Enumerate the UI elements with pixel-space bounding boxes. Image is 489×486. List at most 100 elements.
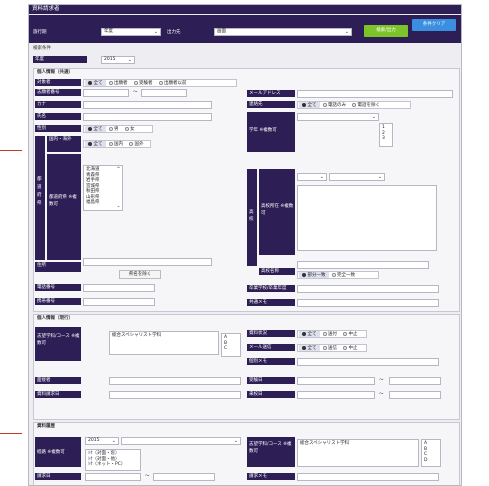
target-opt-before[interactable]: 出願者以前 — [156, 80, 190, 86]
visit-date-from[interactable] — [297, 391, 375, 399]
abcd-item[interactable]: D — [424, 458, 438, 464]
address-label: 住所 — [35, 262, 81, 272]
chevron-down-icon: ⌄ — [127, 57, 132, 63]
contact-opt-all[interactable]: 全て — [299, 102, 320, 108]
pref-item[interactable]: 福島県 — [86, 200, 120, 206]
doc-opt-stop[interactable]: 中止 — [340, 331, 361, 337]
school-name-opt-exact[interactable]: 完全一致 — [329, 272, 359, 278]
mail-opt-stop[interactable]: 中止 — [340, 345, 361, 351]
history-dept-listbox[interactable]: 総合スペシャリスト学科 — [297, 439, 419, 467]
examine-date-from[interactable] — [297, 377, 375, 385]
consult-input[interactable] — [109, 377, 241, 385]
target-opt-all[interactable]: 全て — [85, 80, 106, 86]
school-select-a[interactable]: ⌄ — [297, 173, 327, 181]
request-to-input[interactable] — [153, 473, 215, 481]
examine-date-to[interactable] — [389, 377, 441, 385]
common-memo-label: 共通メモ — [247, 299, 295, 306]
history-dept-item[interactable]: 総合スペシャリスト学科 — [300, 441, 416, 447]
apply-no-to-input[interactable] — [141, 89, 187, 97]
route-listbox[interactable]: ｼｸ（対面・窓） ｼｸ（対面・他） ｼｸ（ネット・PC） — [85, 449, 141, 471]
search-button[interactable]: 検索/出力 — [364, 25, 408, 37]
dept-listbox[interactable]: 総合スペシャリスト学科 — [109, 331, 219, 355]
mobile-input[interactable] — [83, 298, 155, 306]
output-select[interactable]: 画面 ⌄ — [214, 28, 352, 36]
domestic-label: 国内・海外 — [47, 136, 81, 152]
mail-opt-all-label: 全て — [307, 346, 317, 351]
pref-scrollbar[interactable]: ^ ⌄ — [116, 167, 121, 209]
phone-label: 電話番号 — [35, 284, 81, 291]
history-route-select[interactable]: ⌄ — [121, 437, 241, 445]
mail-opt-all[interactable]: 全て — [299, 345, 320, 351]
pref-group-label: 都道府県 — [35, 136, 45, 260]
name-input[interactable] — [83, 113, 212, 121]
clear-button[interactable]: 条件クリア — [412, 19, 456, 31]
domestic-opt-out-label: 国外 — [134, 142, 144, 147]
school-name-opt-partial[interactable]: 部分一致 — [299, 272, 329, 278]
domestic-opt-all[interactable]: 全て — [85, 141, 106, 147]
history-year-select[interactable]: 2015 ⌄ — [85, 437, 119, 445]
visit-date-to[interactable] — [389, 391, 441, 399]
contact-opt-nophone[interactable]: 電話を除く — [349, 102, 383, 108]
doc-radio-group[interactable]: 全て 送付 中止 — [297, 330, 367, 338]
domestic-opt-in[interactable]: 国内 — [106, 141, 127, 147]
radio-icon — [108, 127, 113, 131]
chevron-down-icon: ⌄ — [344, 29, 349, 35]
history-memo-input[interactable] — [297, 473, 439, 481]
request-date-input[interactable] — [109, 391, 241, 399]
common-memo-input[interactable] — [297, 299, 439, 307]
chevron-up-icon: ^ — [116, 167, 121, 172]
grade-select-top[interactable]: ⌄ — [297, 113, 379, 121]
mail-opt-send[interactable]: 送信 — [320, 345, 341, 351]
target-radio-group[interactable]: 全て 出願者 受験者 出願者以前 — [83, 79, 237, 87]
prefix-exclude-button[interactable]: 県名を除く — [119, 270, 161, 279]
phone-input[interactable] — [83, 284, 155, 292]
school-select-b[interactable]: ⌄ — [329, 173, 385, 181]
consult-label: 面接者 — [35, 377, 81, 384]
email-input[interactable] — [297, 90, 453, 98]
history-abcd-listbox[interactable]: A B C D — [421, 439, 441, 467]
period-select[interactable]: 年度 ⌄ — [101, 28, 161, 36]
highschool-input[interactable] — [297, 285, 439, 293]
contact-radio-group[interactable]: 全て 電話のみ 電話を除く — [297, 101, 411, 109]
dept-abc-listbox[interactable]: A B C — [221, 333, 241, 357]
personal-memo-input[interactable] — [297, 358, 439, 366]
search-label-period: 旅行期 — [33, 30, 47, 35]
address-input[interactable] — [83, 258, 212, 266]
chevron-down-icon: ⌄ — [111, 438, 116, 444]
school-listbox[interactable] — [297, 185, 437, 251]
domestic-opt-out[interactable]: 国外 — [126, 141, 147, 147]
target-opt-before-label: 出願者以前 — [164, 81, 187, 86]
school-name-input[interactable] — [297, 261, 429, 269]
gender-opt-female[interactable]: 女 — [122, 126, 138, 132]
apply-no-from-input[interactable] — [83, 89, 129, 97]
radio-icon — [88, 142, 92, 146]
request-from-input[interactable] — [85, 473, 141, 481]
year-select-value: 2015 — [104, 57, 116, 62]
gender-opt-all[interactable]: 全て — [85, 126, 106, 132]
highschool-label: 卒業学校/卒業年度 — [247, 285, 295, 292]
target-opt-examinee[interactable]: 受験者 — [131, 80, 156, 86]
dept-item[interactable]: 総合スペシャリスト学科 — [112, 333, 216, 339]
doc-opt-sent[interactable]: 送付 — [320, 331, 341, 337]
grade-listbox[interactable]: 1 2 3 — [379, 123, 393, 147]
target-opt-applicant[interactable]: 出願者 — [106, 80, 131, 86]
gender-opt-male[interactable]: 男 — [106, 126, 122, 132]
school-name-radio-group[interactable]: 部分一致 完全一致 — [297, 271, 379, 279]
mail-opt-stop-label: 中止 — [348, 346, 358, 351]
kana-input[interactable] — [83, 101, 212, 109]
mobile-label: 携帯番号 — [35, 298, 81, 305]
abc-item[interactable]: C — [224, 346, 238, 352]
mail-radio-group[interactable]: 全て 送信 中止 — [297, 344, 367, 352]
dept-label: 志望学科/コース ※複数可 — [35, 327, 81, 361]
domestic-radio-group[interactable]: 全て 国内 国外 — [83, 140, 151, 148]
pref-listbox[interactable]: 北海道 青森県 岩手県 宮城県 秋田県 山形県 福島県 ^ ⌄ — [83, 165, 123, 211]
domestic-opt-all-label: 全て — [93, 142, 103, 147]
route-item[interactable]: ｼｸ（ネット・PC） — [88, 462, 138, 468]
doc-opt-all[interactable]: 全て — [299, 331, 320, 337]
year-select[interactable]: 2015 ⌄ — [101, 56, 135, 64]
request-date-label: 資料請求日 — [35, 391, 81, 398]
gender-radio-group[interactable]: 全て 男 女 — [83, 125, 153, 133]
grade-item[interactable]: 3 — [382, 136, 390, 142]
personal-memo-label: 個別メモ — [247, 358, 295, 365]
contact-opt-phone[interactable]: 電話のみ — [320, 102, 350, 108]
